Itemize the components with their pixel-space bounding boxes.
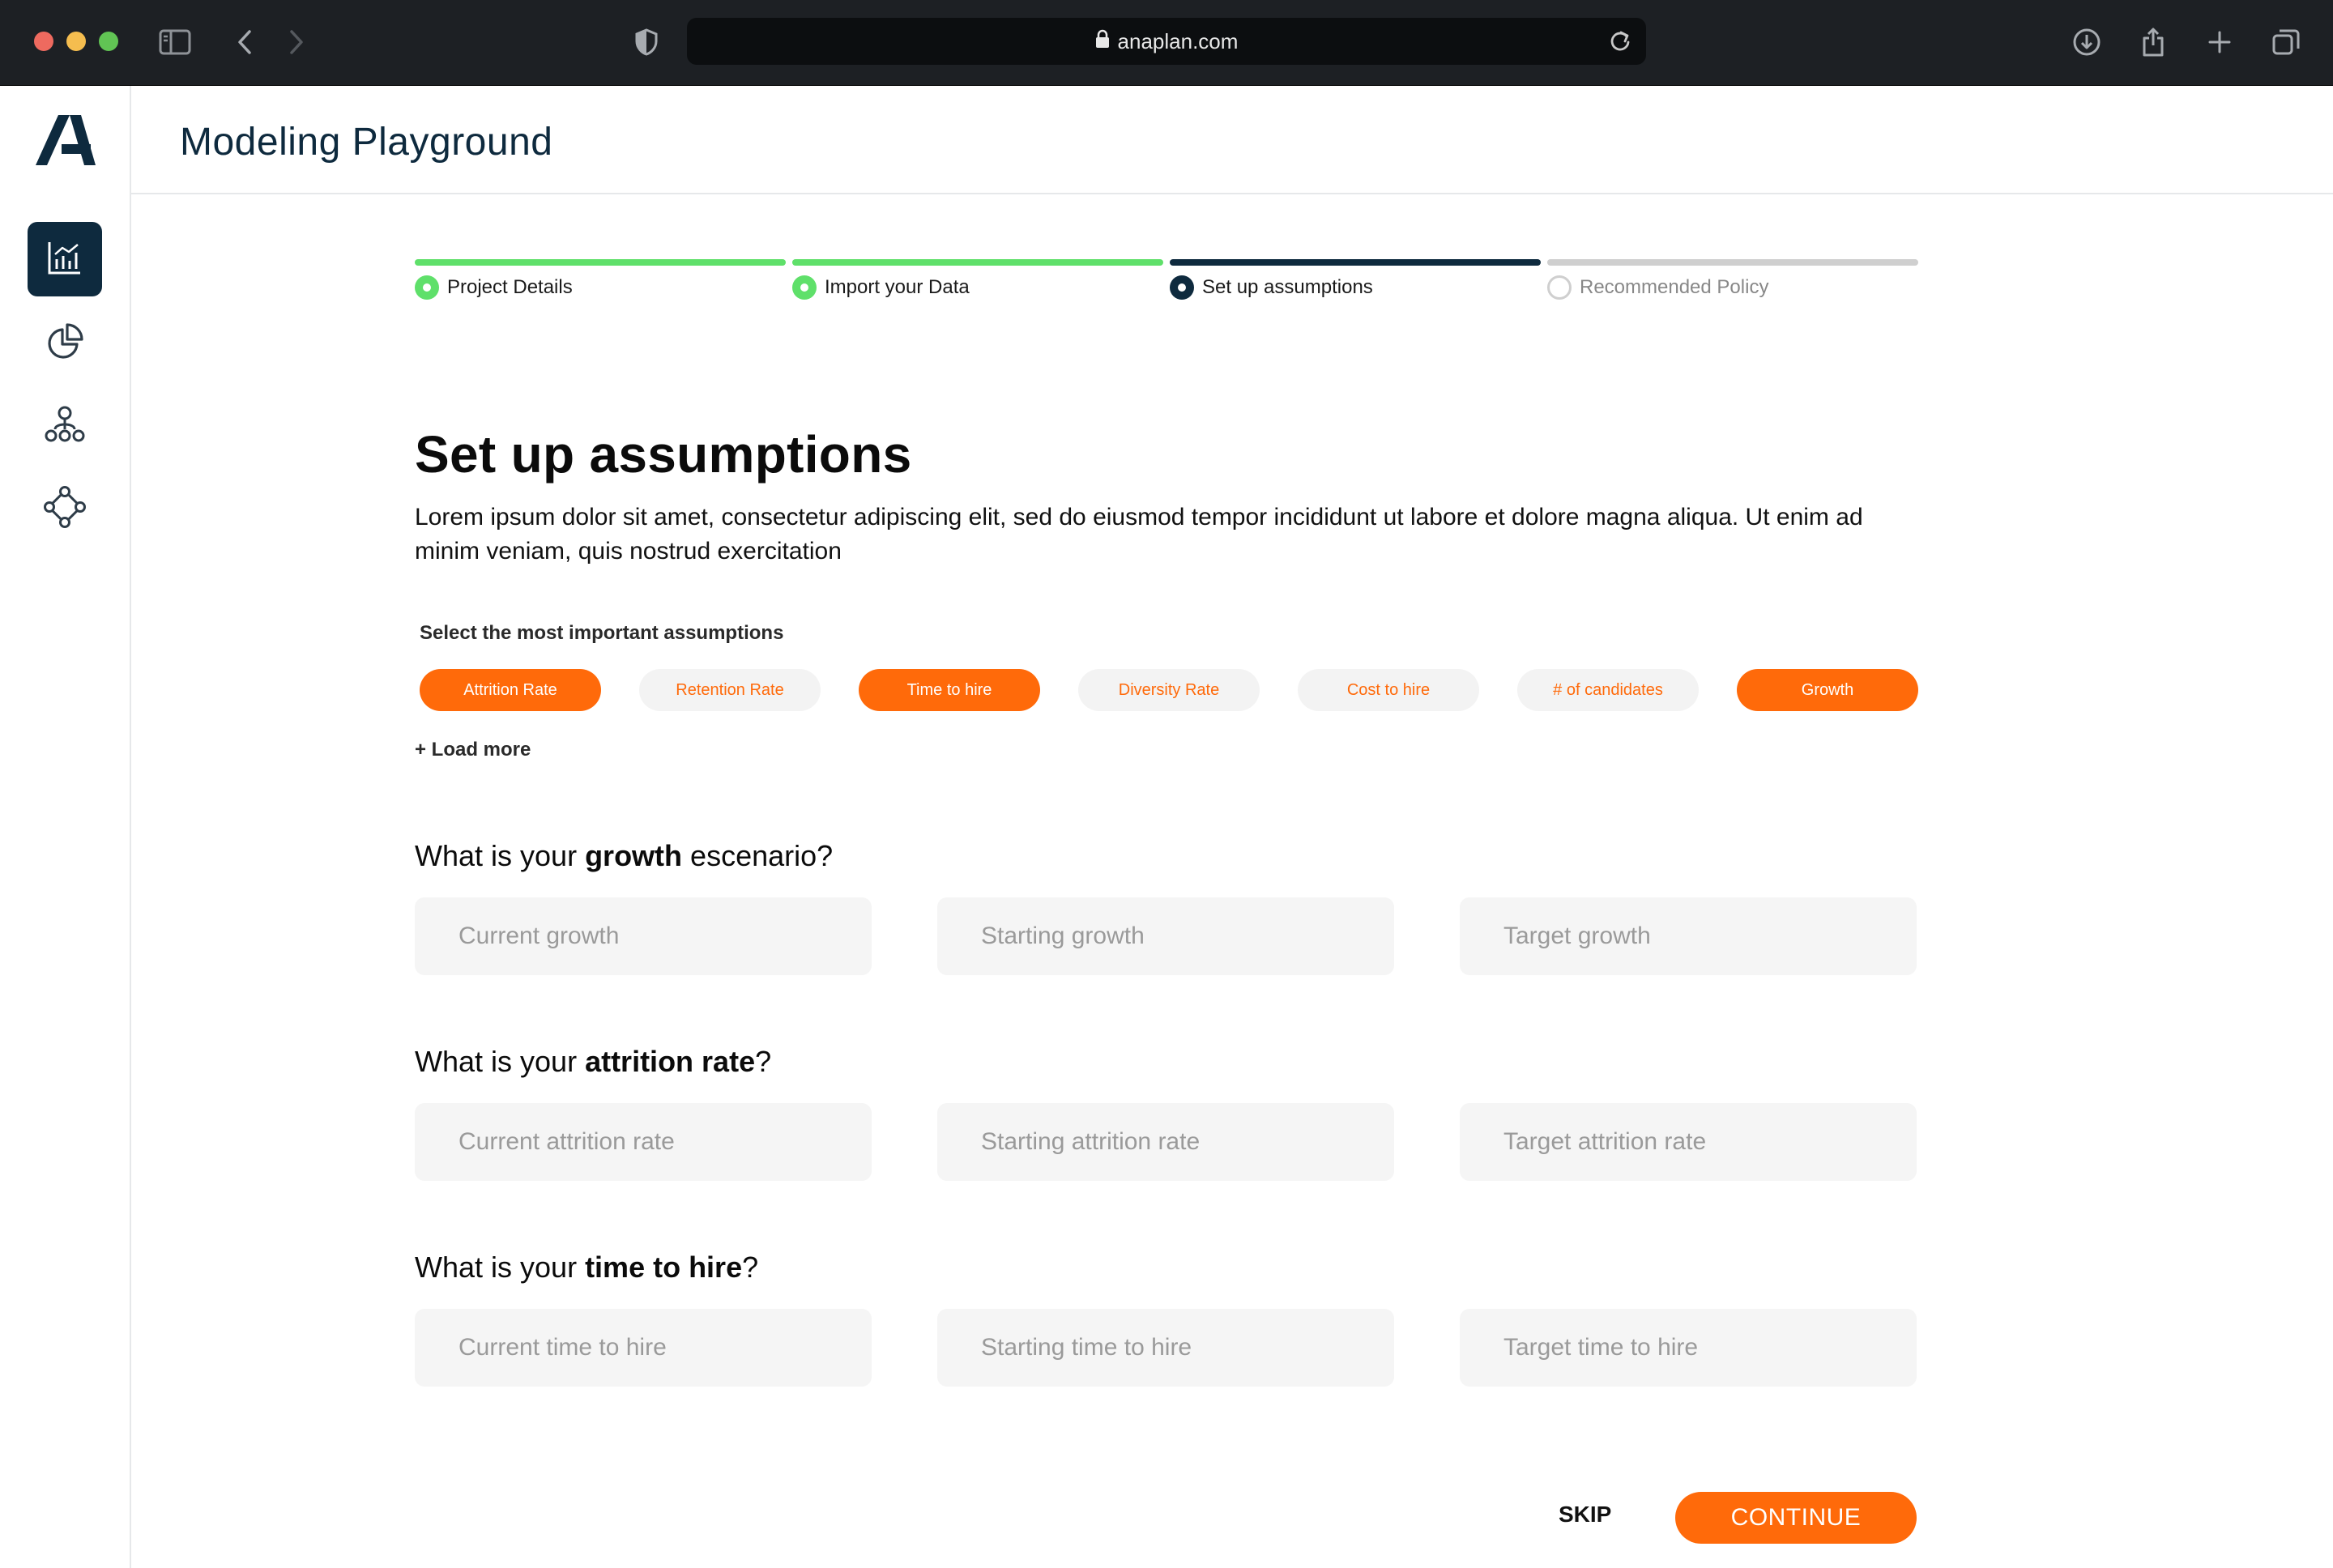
main-content: Project Details Import your Data Set up …	[415, 259, 1918, 1387]
tab-overview-icon[interactable]	[2268, 24, 2304, 60]
step-complete-icon	[415, 275, 439, 300]
sidebar-item-network[interactable]	[28, 471, 102, 546]
page-header: Modeling Playground	[131, 86, 2333, 194]
minimize-window-button[interactable]	[66, 32, 86, 51]
question-time-to-hire: What is your time to hire?	[415, 1251, 1918, 1285]
chip-time-to-hire[interactable]: Time to hire	[859, 669, 1040, 711]
sidebar-item-organization[interactable]	[28, 389, 102, 463]
skip-button[interactable]: SKIP	[1559, 1502, 1611, 1528]
lock-icon	[1095, 29, 1110, 54]
step-current-icon	[1170, 275, 1194, 300]
step-progress-bar	[792, 259, 1163, 266]
step-import-data[interactable]: Import your Data	[792, 259, 1163, 300]
current-growth-input[interactable]	[415, 897, 872, 975]
question-growth: What is your growth escenario?	[415, 839, 1918, 873]
sidebar-item-reports[interactable]	[28, 306, 102, 381]
question-prefix: What is your	[415, 1251, 586, 1284]
starting-growth-input[interactable]	[937, 897, 1394, 975]
url-text: anaplan.com	[1117, 28, 1239, 53]
step-set-up-assumptions[interactable]: Set up assumptions	[1170, 259, 1541, 300]
current-attrition-rate-input[interactable]	[415, 1103, 872, 1181]
continue-button[interactable]: CONTINUE	[1675, 1492, 1917, 1544]
target-time-to-hire-input[interactable]	[1460, 1309, 1917, 1387]
chip-retention-rate[interactable]: Retention Rate	[639, 669, 821, 711]
assumption-chips: Attrition Rate Retention Rate Time to hi…	[415, 669, 1918, 711]
target-growth-input[interactable]	[1460, 897, 1917, 975]
browser-toolbar: anaplan.com	[0, 0, 2333, 86]
address-bar[interactable]: anaplan.com	[687, 18, 1646, 65]
time-to-hire-inputs	[415, 1309, 1918, 1387]
starting-time-to-hire-input[interactable]	[937, 1309, 1394, 1387]
chip-growth[interactable]: Growth	[1737, 669, 1918, 711]
step-pending-icon	[1547, 275, 1572, 300]
network-nodes-icon	[44, 485, 86, 532]
question-prefix: What is your	[415, 1045, 586, 1078]
download-icon[interactable]	[2069, 24, 2105, 60]
step-label: Set up assumptions	[1202, 276, 1373, 298]
step-project-details[interactable]: Project Details	[415, 259, 786, 300]
chip-attrition-rate[interactable]: Attrition Rate	[420, 669, 601, 711]
share-icon[interactable]	[2135, 24, 2171, 60]
chip-cost-to-hire[interactable]: Cost to hire	[1298, 669, 1479, 711]
step-progress-bar	[415, 259, 786, 266]
chip-diversity-rate[interactable]: Diversity Rate	[1078, 669, 1260, 711]
step-recommended-policy[interactable]: Recommended Policy	[1547, 259, 1918, 300]
close-window-button[interactable]	[34, 32, 53, 51]
org-hierarchy-icon	[44, 405, 86, 448]
step-label: Recommended Policy	[1580, 276, 1769, 298]
step-complete-icon	[792, 275, 817, 300]
step-label: Import your Data	[825, 276, 970, 298]
current-time-to-hire-input[interactable]	[415, 1309, 872, 1387]
sidebar	[0, 86, 131, 1568]
question-emphasis: time to hire	[585, 1251, 743, 1284]
growth-inputs	[415, 897, 1918, 975]
analytics-chart-icon	[47, 240, 83, 279]
reload-icon[interactable]	[1609, 29, 1631, 59]
chips-label: Select the most important assumptions	[420, 622, 784, 644]
question-suffix: escenario?	[682, 839, 834, 872]
app-window: Modeling Playground Project Details Impo…	[0, 86, 2333, 1568]
page-title: Modeling Playground	[180, 121, 553, 164]
back-icon[interactable]	[227, 24, 262, 60]
section-heading: Set up assumptions	[415, 425, 912, 484]
privacy-shield-icon[interactable]	[629, 24, 664, 60]
pie-chart-icon	[45, 322, 84, 365]
question-attrition-rate: What is your attrition rate?	[415, 1045, 1918, 1079]
maximize-window-button[interactable]	[99, 32, 118, 51]
anaplan-logo[interactable]	[34, 112, 99, 168]
question-emphasis: attrition rate	[585, 1045, 756, 1078]
load-more-link[interactable]: + Load more	[415, 739, 1918, 761]
target-attrition-rate-input[interactable]	[1460, 1103, 1917, 1181]
question-suffix: ?	[755, 1045, 772, 1078]
question-suffix: ?	[742, 1251, 759, 1284]
question-emphasis: growth	[585, 839, 683, 872]
attrition-inputs	[415, 1103, 1918, 1181]
question-prefix: What is your	[415, 839, 586, 872]
progress-stepper: Project Details Import your Data Set up …	[415, 259, 1918, 308]
sidebar-item-analytics[interactable]	[28, 222, 102, 296]
step-progress-bar	[1547, 259, 1918, 266]
new-tab-icon[interactable]	[2202, 24, 2237, 60]
starting-attrition-rate-input[interactable]	[937, 1103, 1394, 1181]
step-progress-bar	[1170, 259, 1541, 266]
chip-number-of-candidates[interactable]: # of candidates	[1517, 669, 1699, 711]
section-description: Lorem ipsum dolor sit amet, consectetur …	[415, 504, 1863, 565]
step-label: Project Details	[447, 276, 573, 298]
forward-icon[interactable]	[279, 24, 314, 60]
sidebar-toggle-icon[interactable]	[157, 24, 193, 60]
